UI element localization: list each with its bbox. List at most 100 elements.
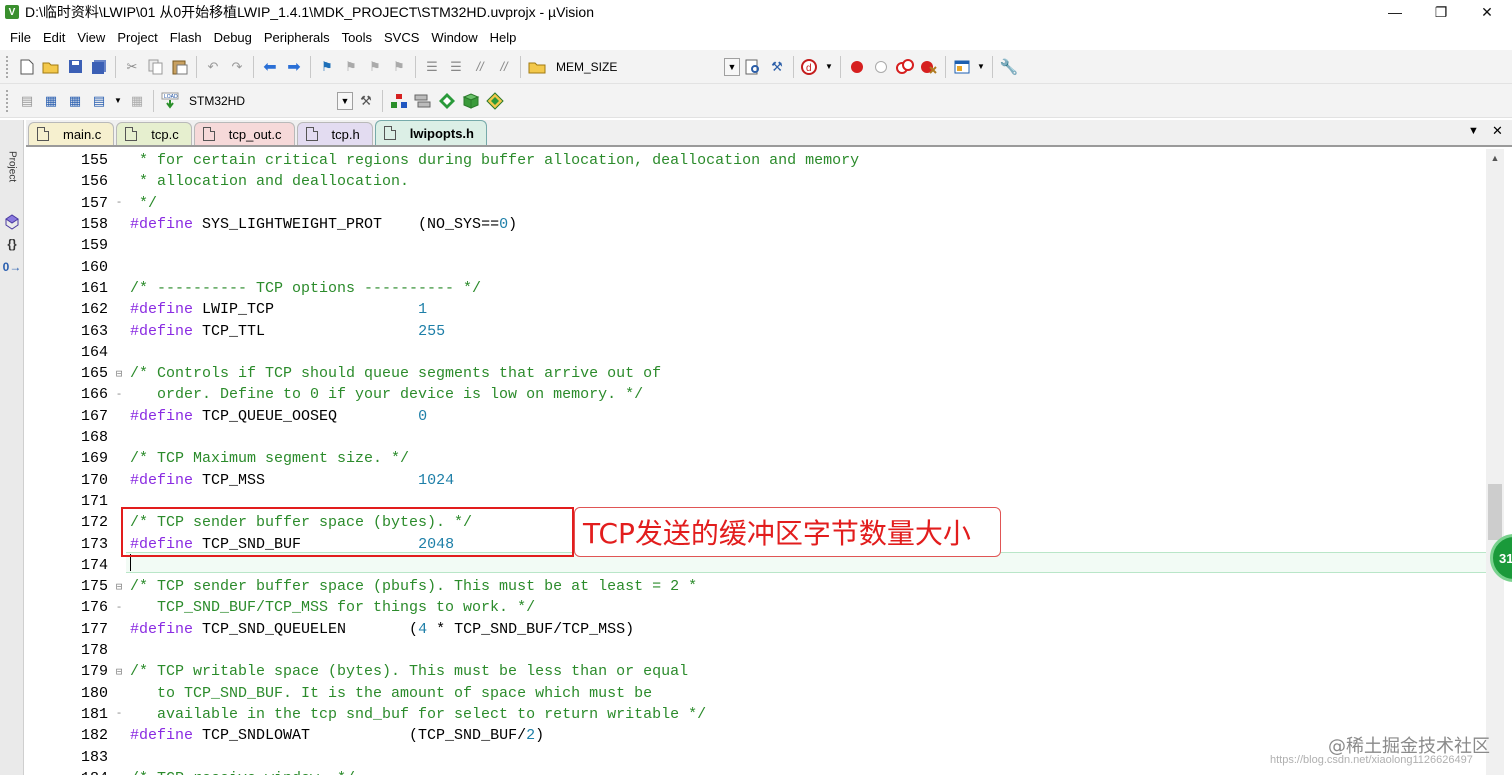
code-line[interactable]: 174 bbox=[26, 555, 1486, 576]
menu-window[interactable]: Window bbox=[425, 30, 483, 45]
project-tab[interactable]: Project bbox=[1, 124, 23, 210]
toolbar-grip[interactable] bbox=[6, 89, 10, 112]
build-icon[interactable]: ▦ bbox=[41, 91, 61, 111]
close-tab-icon[interactable]: ✕ bbox=[1492, 123, 1503, 139]
code-line[interactable]: 167 #define TCP_QUEUE_OOSEQ 0 bbox=[26, 406, 1486, 427]
copy-icon[interactable] bbox=[146, 57, 166, 77]
fold-toggle-icon[interactable]: ⊟ bbox=[108, 665, 130, 679]
insert-breakpoint-icon[interactable] bbox=[847, 57, 867, 77]
unindent-icon[interactable]: ☰ bbox=[446, 57, 466, 77]
incremental-find-icon[interactable]: ⚒ bbox=[767, 57, 787, 77]
chevron-down-icon[interactable]: ▼ bbox=[976, 57, 986, 77]
next-bookmark-icon[interactable]: ⚑ bbox=[365, 57, 385, 77]
menu-project[interactable]: Project bbox=[111, 30, 163, 45]
books-icon[interactable] bbox=[1, 212, 23, 232]
templates-icon[interactable]: 0→ bbox=[1, 256, 23, 278]
scroll-up-arrow-icon[interactable]: ▲ bbox=[1488, 151, 1502, 165]
rebuild-icon[interactable]: ▦ bbox=[65, 91, 85, 111]
menu-debug[interactable]: Debug bbox=[208, 30, 258, 45]
code-line[interactable]: 158 #define SYS_LIGHTWEIGHT_PROT (NO_SYS=… bbox=[26, 214, 1486, 235]
save-all-icon[interactable] bbox=[89, 57, 109, 77]
debug-session-icon[interactable]: d bbox=[800, 57, 820, 77]
download-load-icon[interactable]: LOAD bbox=[160, 91, 180, 111]
functions-braces-icon[interactable]: {} bbox=[1, 234, 23, 254]
code-line[interactable]: 169 /* TCP Maximum segment size. */ bbox=[26, 448, 1486, 469]
fold-toggle-icon[interactable]: ⊟ bbox=[108, 580, 130, 594]
code-line[interactable]: 168 bbox=[26, 427, 1486, 448]
chevron-down-icon[interactable]: ▼ bbox=[113, 91, 123, 111]
tab-lwipopts-h[interactable]: lwipopts.h bbox=[374, 120, 487, 145]
translate-icon[interactable]: ▤ bbox=[17, 91, 37, 111]
target-options-icon[interactable]: ⚒ bbox=[356, 91, 376, 111]
code-editor[interactable]: 155 * for certain critical regions durin… bbox=[26, 149, 1486, 775]
code-line[interactable]: 160 bbox=[26, 257, 1486, 278]
code-line[interactable]: 178 bbox=[26, 640, 1486, 661]
comment-icon[interactable]: // bbox=[470, 57, 490, 77]
vertical-scrollbar[interactable]: ▲ bbox=[1486, 149, 1504, 775]
close-window-button[interactable]: ✕ bbox=[1464, 0, 1510, 24]
code-line[interactable]: 183 bbox=[26, 746, 1486, 767]
code-line[interactable]: 166- order. Define to 0 if your device i… bbox=[26, 384, 1486, 405]
menu-edit[interactable]: Edit bbox=[37, 30, 71, 45]
menu-svcs[interactable]: SVCS bbox=[378, 30, 425, 45]
configuration-wrench-icon[interactable]: 🔧 bbox=[999, 57, 1019, 77]
undo-icon[interactable]: ↶ bbox=[203, 57, 223, 77]
code-line[interactable]: 181- available in the tcp snd_buf for se… bbox=[26, 704, 1486, 725]
clear-bookmarks-icon[interactable]: ⚑ bbox=[389, 57, 409, 77]
code-line[interactable]: 161 /* ---------- TCP options ---------- … bbox=[26, 278, 1486, 299]
code-line[interactable]: 176- TCP_SND_BUF/TCP_MSS for things to w… bbox=[26, 597, 1486, 618]
menu-tools[interactable]: Tools bbox=[336, 30, 378, 45]
paste-icon[interactable] bbox=[170, 57, 190, 77]
restore-button[interactable]: ❐ bbox=[1418, 0, 1464, 24]
scrollbar-thumb[interactable] bbox=[1488, 484, 1502, 540]
tab-tcp-c[interactable]: tcp.c bbox=[116, 122, 192, 145]
manage-rte-icon[interactable] bbox=[413, 91, 433, 111]
code-line[interactable]: 177 #define TCP_SND_QUEUELEN (4 * TCP_SND… bbox=[26, 619, 1486, 640]
code-line[interactable]: 159 bbox=[26, 235, 1486, 256]
menu-flash[interactable]: Flash bbox=[164, 30, 208, 45]
code-line[interactable]: 155 * for certain critical regions durin… bbox=[26, 150, 1486, 171]
batch-build-icon[interactable]: ▤ bbox=[89, 91, 109, 111]
code-line[interactable]: 156 * allocation and deallocation. bbox=[26, 171, 1486, 192]
tab-tcp-out-c[interactable]: tcp_out.c bbox=[193, 122, 295, 145]
find-in-files-icon[interactable] bbox=[527, 57, 547, 77]
find-icon[interactable] bbox=[743, 57, 763, 77]
software-packs-icon[interactable] bbox=[485, 91, 505, 111]
window-layout-icon[interactable] bbox=[952, 57, 972, 77]
chevron-down-icon[interactable]: ▼ bbox=[724, 57, 740, 76]
uncomment-icon[interactable]: // bbox=[494, 57, 514, 77]
code-line[interactable]: 157- */ bbox=[26, 193, 1486, 214]
code-line[interactable]: 164 bbox=[26, 342, 1486, 363]
save-icon[interactable] bbox=[65, 57, 85, 77]
code-line[interactable]: 184 /* TCP receive window. */ bbox=[26, 768, 1486, 775]
chevron-down-icon[interactable]: ▼ bbox=[337, 91, 353, 110]
code-line[interactable]: 170 #define TCP_MSS 1024 bbox=[26, 470, 1486, 491]
file-extensions-icon[interactable] bbox=[389, 91, 409, 111]
code-line[interactable]: 182 #define TCP_SNDLOWAT (TCP_SND_BUF/2) bbox=[26, 725, 1486, 746]
indent-icon[interactable]: ☰ bbox=[422, 57, 442, 77]
disable-all-breakpoints-icon[interactable] bbox=[895, 57, 915, 77]
insert-bookmark-icon[interactable]: ⚑ bbox=[317, 57, 337, 77]
pack-installer-icon[interactable] bbox=[461, 91, 481, 111]
menu-help[interactable]: Help bbox=[484, 30, 523, 45]
new-file-icon[interactable] bbox=[17, 57, 37, 77]
menu-file[interactable]: File bbox=[4, 30, 37, 45]
navigate-back-icon[interactable]: ⬅ bbox=[260, 57, 280, 77]
code-line[interactable]: 180 to TCP_SND_BUF. It is the amount of … bbox=[26, 683, 1486, 704]
cut-icon[interactable]: ✂ bbox=[122, 57, 142, 77]
code-line[interactable]: 179 ⊟/* TCP writable space (bytes). This … bbox=[26, 661, 1486, 682]
find-combo[interactable]: MEM_SIZE ▼ bbox=[549, 57, 741, 77]
stop-build-icon[interactable]: ▦ bbox=[127, 91, 147, 111]
kill-all-breakpoints-icon[interactable] bbox=[919, 57, 939, 77]
redo-icon[interactable]: ↷ bbox=[227, 57, 247, 77]
toolbar-grip[interactable] bbox=[6, 55, 10, 78]
code-line[interactable]: 163 #define TCP_TTL 255 bbox=[26, 320, 1486, 341]
tab-tcp-h[interactable]: tcp.h bbox=[296, 122, 373, 145]
minimize-button[interactable]: — bbox=[1372, 0, 1418, 24]
code-line[interactable]: 175 ⊟/* TCP sender buffer space (pbufs). … bbox=[26, 576, 1486, 597]
code-line[interactable]: 165 ⊟/* Controls if TCP should queue segm… bbox=[26, 363, 1486, 384]
fold-toggle-icon[interactable]: ⊟ bbox=[108, 367, 130, 381]
tab-main-c[interactable]: main.c bbox=[28, 122, 115, 145]
enable-breakpoint-icon[interactable] bbox=[871, 57, 891, 77]
chevron-down-icon[interactable]: ▼ bbox=[824, 57, 834, 77]
